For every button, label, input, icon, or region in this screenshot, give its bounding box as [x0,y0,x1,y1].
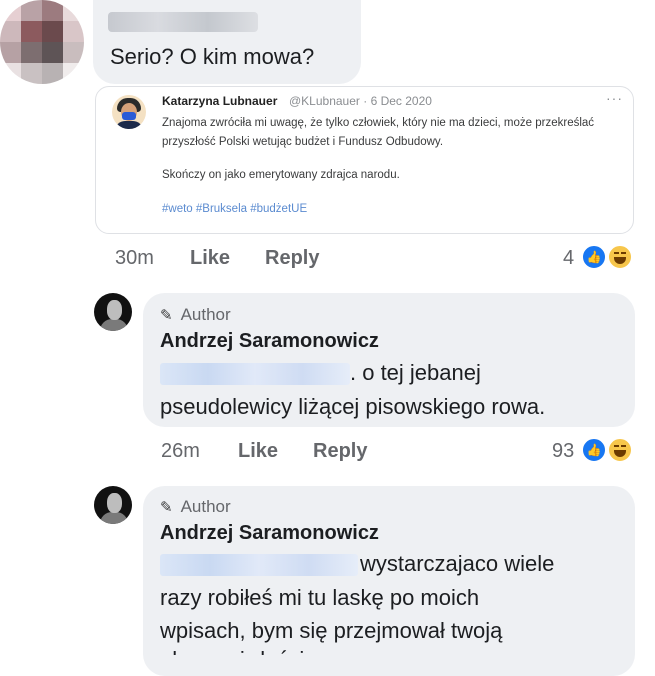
reaction-count[interactable]: 93 [552,440,574,463]
author-badge: ✎ Author [160,305,231,325]
comment-text-line: wystarczajaco wiele [160,547,554,581]
reply-button[interactable]: Reply [265,247,319,270]
haha-reaction-icon [607,437,633,463]
comment-text: wystarczajaco wiele [360,551,555,576]
tweet-body-text-2: Skończy on jako emerytowany zdrajca naro… [162,169,400,181]
tweet-author-name: Katarzyna Lubnauer [162,94,278,108]
like-button[interactable]: Like [238,440,278,463]
comment-text-line: . o tej jebanej [160,356,481,390]
author-name[interactable]: Andrzej Saramonowicz [160,522,379,545]
comment-text: obscen żałością [160,647,317,655]
author-name[interactable]: Andrzej Saramonowicz [160,330,379,353]
author-avatar[interactable] [94,293,132,331]
like-button[interactable]: Like [190,247,230,270]
pencil-icon: ✎ [160,499,173,516]
commenter-avatar-blurred[interactable] [0,0,84,84]
mention-blurred[interactable] [160,554,358,577]
tweet-handle-date: @KLubnauer · 6 Dec 2020 [289,94,432,108]
author-badge-label: Author [180,497,231,516]
commenter-name-blurred[interactable] [108,12,258,32]
tweet-body-text: Znajoma zwróciła mi uwagę, że tylko czło… [162,117,595,148]
comment-text: . o tej jebanej [350,360,481,385]
comment-text-line: pseudolewicy liżącej pisowskiego rowa. [160,394,546,419]
author-avatar[interactable] [94,486,132,524]
comment-timestamp[interactable]: 30m [115,247,154,270]
comment-text: Serio? O kim mowa? [110,44,315,69]
tweet-author-avatar [112,95,146,129]
haha-reaction-icon [607,244,633,270]
tweet-hashtags[interactable]: #weto #Bruksela #budżetUE [162,203,307,215]
comment-timestamp[interactable]: 26m [161,440,200,463]
author-badge: ✎ Author [160,497,231,517]
like-reaction-icon: 👍 [581,244,607,270]
comment-text-line-cut: obscen żałością [160,645,317,655]
reply-button[interactable]: Reply [313,440,367,463]
more-icon[interactable]: ··· [606,90,623,106]
pencil-icon: ✎ [160,307,173,324]
mention-blurred[interactable] [160,363,350,386]
reaction-count[interactable]: 4 [563,247,574,270]
author-badge-label: Author [180,305,231,324]
like-reaction-icon: 👍 [581,437,607,463]
comment-text-line: razy robiłeś mi tu laskę po moich [160,585,480,610]
comment-text-line: wpisach, bym się przejmował twoją [160,618,503,643]
